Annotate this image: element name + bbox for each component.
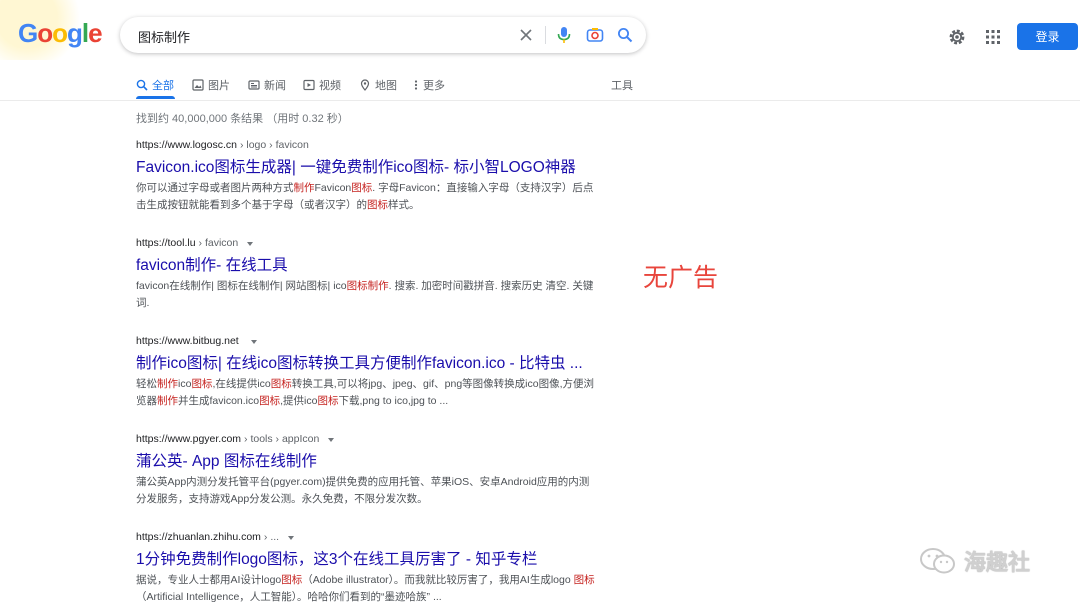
search-result: https://zhuanlan.zhihu.com › ... 1分钟免费制作… bbox=[136, 531, 596, 606]
chevron-down-icon[interactable] bbox=[250, 339, 257, 344]
result-url[interactable]: https://tool.lu › favicon bbox=[136, 237, 596, 249]
result-snippet: 据说，专业人士都用AI设计logo图标（Adobe illustrator）。而… bbox=[136, 574, 595, 603]
active-tab-indicator bbox=[136, 96, 175, 99]
clear-icon[interactable] bbox=[516, 25, 536, 45]
search-result: https://www.pgyer.com › tools › appIcon … bbox=[136, 433, 596, 508]
chevron-down-icon[interactable] bbox=[288, 535, 295, 540]
result-snippet: 轻松制作ico图标,在线提供ico图标转换工具,可以将jpg、jpeg、gif、… bbox=[136, 378, 595, 407]
camera-lens-icon[interactable] bbox=[585, 25, 605, 45]
microphone-icon[interactable] bbox=[554, 25, 574, 45]
result-snippet: 蒲公英App内测分发托管平台(pgyer.com)提供免费的应用托管、苹果iOS… bbox=[136, 476, 590, 505]
video-icon bbox=[303, 79, 315, 91]
result-stats: 找到约 40,000,000 条结果 （用时 0.32 秒） bbox=[136, 113, 349, 125]
result-title-link[interactable]: favicon制作- 在线工具 bbox=[136, 253, 596, 275]
result-url[interactable]: https://www.logosc.cn › logo › favicon bbox=[136, 139, 596, 151]
search-box bbox=[120, 17, 646, 55]
search-tabs: 全部 图片 新闻 视频 地图 更多 工具 bbox=[0, 70, 1080, 101]
login-button[interactable]: 登录 bbox=[1017, 23, 1078, 50]
tab-maps[interactable]: 地图 bbox=[359, 74, 397, 96]
header: Google 图标制作 登录 bbox=[0, 0, 1080, 70]
tab-news[interactable]: 新闻 bbox=[248, 74, 286, 96]
result-snippet: 你可以通过字母或者图片两种方式制作Favicon图标. 字母Favicon：直接… bbox=[136, 182, 594, 211]
chevron-down-icon[interactable] bbox=[247, 241, 254, 246]
result-title-link[interactable]: 蒲公英- App 图标在线制作 bbox=[136, 449, 596, 471]
more-vert-icon bbox=[414, 80, 418, 90]
result-url[interactable]: https://zhuanlan.zhihu.com › ... bbox=[136, 531, 596, 543]
tools-button[interactable]: 工具 bbox=[611, 74, 633, 96]
result-title-link[interactable]: Favicon.ico图标生成器| 一键免费制作ico图标- 标小智LOGO神器 bbox=[136, 155, 596, 177]
tab-all[interactable]: 全部 bbox=[136, 74, 174, 96]
news-icon bbox=[248, 80, 260, 90]
google-logo[interactable]: Google bbox=[18, 18, 103, 49]
result-url[interactable]: https://www.pgyer.com › tools › appIcon bbox=[136, 433, 596, 445]
tab-more[interactable]: 更多 bbox=[413, 74, 445, 96]
search-icon[interactable] bbox=[615, 25, 635, 45]
settings-gear-icon[interactable] bbox=[946, 26, 968, 48]
result-title-link[interactable]: 制作ico图标| 在线ico图标转换工具方便制作favicon.ico - 比特… bbox=[136, 351, 596, 373]
result-snippet: favicon在线制作| 图标在线制作| 网站图标| ico图标制作. 搜索. … bbox=[136, 280, 594, 309]
apps-grid-icon[interactable] bbox=[982, 26, 1004, 48]
search-result: https://www.logosc.cn › logo › favicon F… bbox=[136, 139, 596, 214]
image-icon bbox=[192, 79, 204, 91]
search-icon bbox=[136, 79, 148, 91]
map-pin-icon bbox=[360, 79, 370, 91]
tab-videos[interactable]: 视频 bbox=[303, 74, 341, 96]
no-ads-annotation: 无广告 bbox=[643, 263, 719, 292]
tab-images[interactable]: 图片 bbox=[192, 74, 230, 96]
watermark: 海趣社 bbox=[918, 545, 1030, 577]
search-divider bbox=[545, 26, 546, 44]
search-input[interactable] bbox=[136, 17, 500, 55]
result-url[interactable]: https://www.bitbug.net bbox=[136, 335, 596, 347]
watermark-text: 海趣社 bbox=[964, 551, 1031, 576]
search-result: https://tool.lu › favicon favicon制作- 在线工… bbox=[136, 237, 596, 312]
result-title-link[interactable]: 1分钟免费制作logo图标，这3个在线工具厉害了 - 知乎专栏 bbox=[136, 547, 596, 569]
wechat-icon bbox=[920, 548, 955, 574]
search-result: https://www.bitbug.net 制作ico图标| 在线ico图标转… bbox=[136, 335, 596, 410]
chevron-down-icon[interactable] bbox=[328, 437, 335, 442]
